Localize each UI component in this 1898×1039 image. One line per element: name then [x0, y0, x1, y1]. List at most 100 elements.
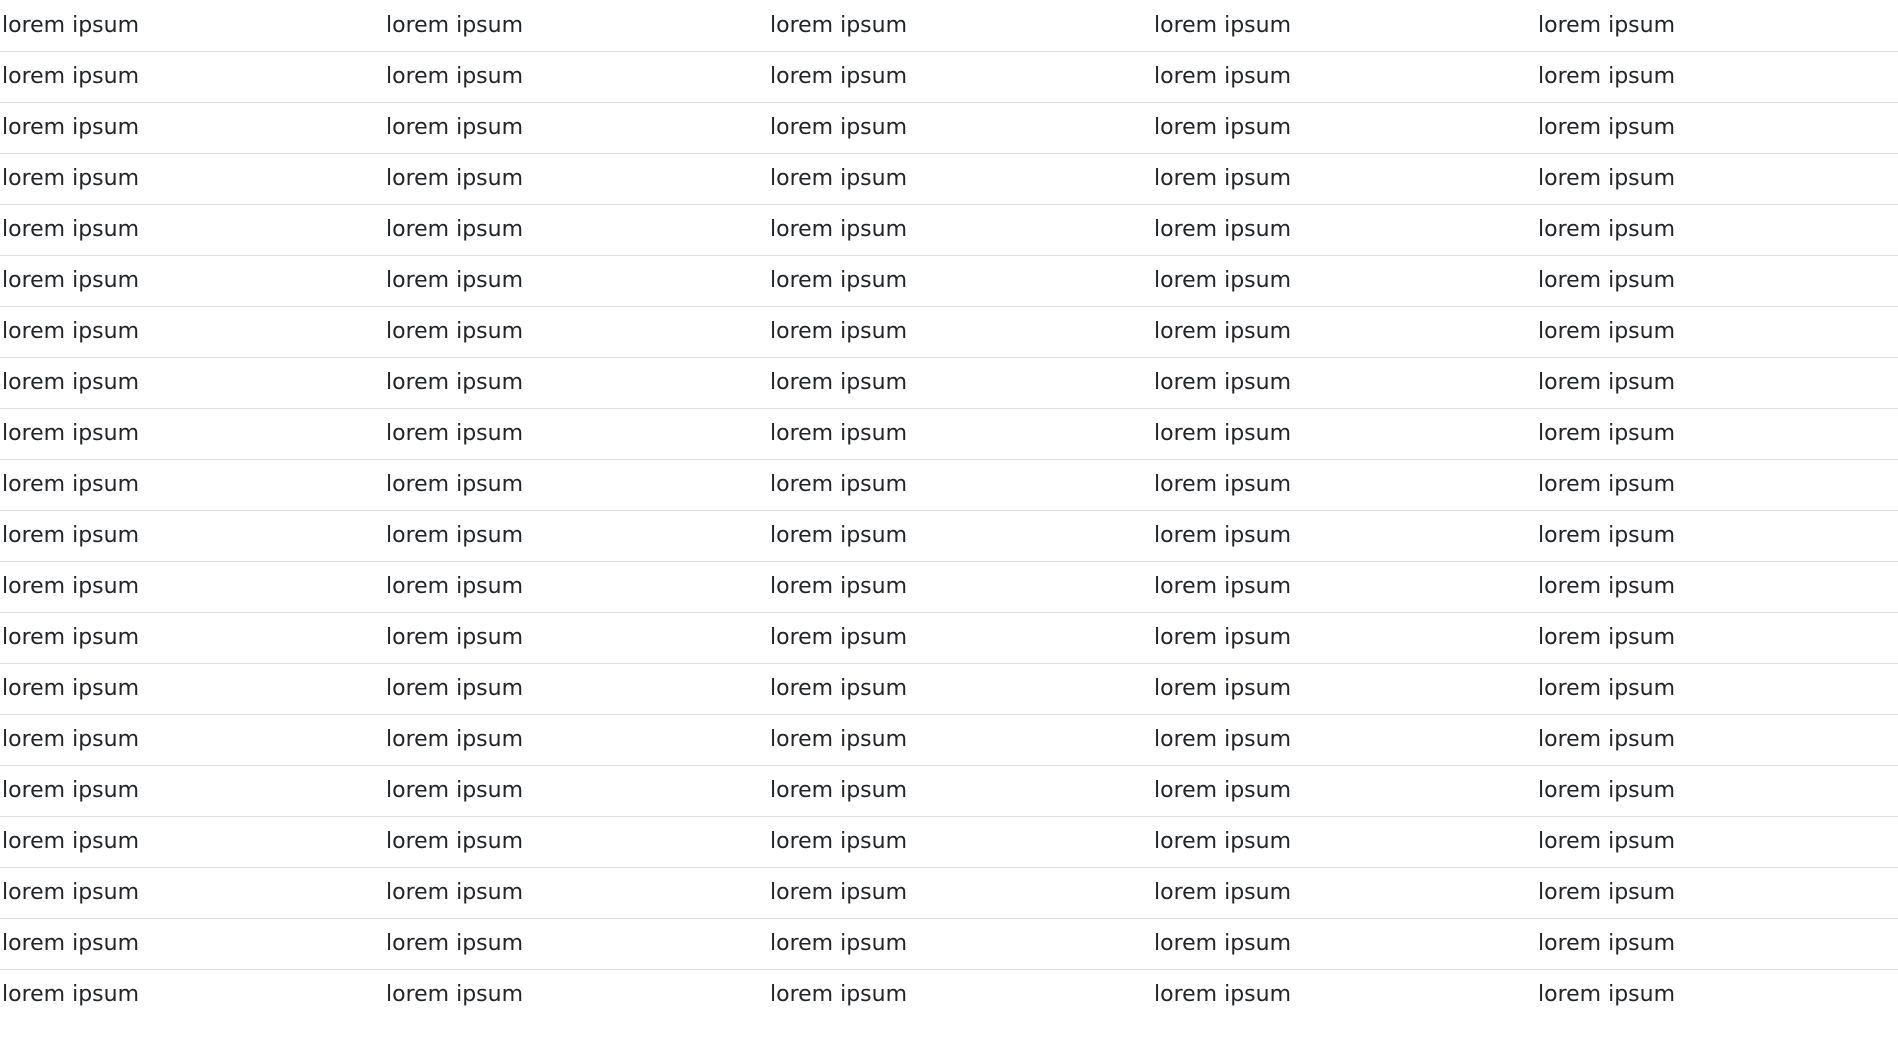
table-cell: lorem ipsum	[768, 0, 1152, 52]
table-cell: lorem ipsum	[1536, 0, 1898, 52]
table-row: lorem ipsum lorem ipsum lorem ipsum lorem i…	[0, 510, 1898, 562]
table-row: lorem ipsum lorem ipsum lorem ipsum lorem i…	[0, 357, 1898, 409]
table-cell: lorem ipsum	[768, 204, 1152, 256]
table-cell: lorem ipsum	[0, 153, 384, 205]
table-cell: lorem ipsum	[384, 306, 768, 358]
table-cell: lorem ipsum	[1152, 918, 1536, 970]
table-cell: lorem ipsum	[768, 765, 1152, 817]
table-cell: lorem ipsum	[1152, 102, 1536, 154]
table-cell: lorem ipsum	[384, 153, 768, 205]
table-cell: lorem ipsum	[384, 612, 768, 664]
table-cell: lorem ipsum	[1536, 153, 1898, 205]
table-row: lorem ipsum lorem ipsum lorem ipsum lorem i…	[0, 969, 1898, 1020]
table-cell: lorem ipsum	[0, 306, 384, 358]
table-cell: lorem ipsum	[0, 765, 384, 817]
table-cell: lorem ipsum	[1152, 204, 1536, 256]
table-cell: lorem ipsum	[768, 663, 1152, 715]
table-cell: lorem ipsum	[384, 510, 768, 562]
table-cell: lorem ipsum	[768, 714, 1152, 766]
table-cell: lorem ipsum	[1536, 306, 1898, 358]
table-cell: lorem ipsum	[0, 357, 384, 409]
table-cell: lorem ipsum	[384, 561, 768, 613]
table-cell: lorem ipsum	[1536, 408, 1898, 460]
table-cell: lorem ipsum	[384, 663, 768, 715]
table-row: lorem ipsum lorem ipsum lorem ipsum lorem i…	[0, 561, 1898, 613]
table-cell: lorem ipsum	[768, 510, 1152, 562]
table-row: lorem ipsum lorem ipsum lorem ipsum lorem i…	[0, 612, 1898, 664]
table-cell: lorem ipsum	[768, 153, 1152, 205]
table-cell: lorem ipsum	[768, 51, 1152, 103]
table-cell: lorem ipsum	[1152, 357, 1536, 409]
table-row: lorem ipsum lorem ipsum lorem ipsum lorem i…	[0, 408, 1898, 460]
table-cell: lorem ipsum	[384, 51, 768, 103]
table-cell: lorem ipsum	[768, 255, 1152, 307]
table-cell: lorem ipsum	[0, 459, 384, 511]
table-cell: lorem ipsum	[0, 102, 384, 154]
table-cell: lorem ipsum	[384, 408, 768, 460]
table-cell: lorem ipsum	[1536, 510, 1898, 562]
table-cell: lorem ipsum	[1152, 510, 1536, 562]
table-cell: lorem ipsum	[1536, 765, 1898, 817]
table-cell: lorem ipsum	[384, 0, 768, 52]
table-row: lorem ipsum lorem ipsum lorem ipsum lorem i…	[0, 714, 1898, 766]
table-cell: lorem ipsum	[1152, 51, 1536, 103]
table-cell: lorem ipsum	[1536, 714, 1898, 766]
table-cell: lorem ipsum	[770, 982, 908, 1008]
table-cell: lorem ipsum	[384, 867, 768, 919]
table-cell: lorem ipsum	[768, 357, 1152, 409]
table-body: lorem ipsum lorem ipsum lorem ipsum lorem i…	[0, 0, 1898, 1020]
table-row: lorem ipsum lorem ipsum lorem ipsum lorem i…	[0, 51, 1898, 103]
table-cell: lorem ipsum	[1536, 255, 1898, 307]
table-row: lorem ipsum lorem ipsum lorem ipsum lorem i…	[0, 816, 1898, 868]
table-cell: lorem ipsum	[384, 918, 768, 970]
table-cell: lorem ipsum	[386, 982, 524, 1008]
table-row: lorem ipsum lorem ipsum lorem ipsum lorem i…	[0, 102, 1898, 154]
table-row: lorem ipsum lorem ipsum lorem ipsum lorem i…	[0, 459, 1898, 511]
table-cell: lorem ipsum	[1152, 408, 1536, 460]
table-cell: lorem ipsum	[1536, 561, 1898, 613]
table-cell: lorem ipsum	[1536, 816, 1898, 868]
table-cell: lorem ipsum	[0, 255, 384, 307]
table-cell: lorem ipsum	[1152, 561, 1536, 613]
table-cell: lorem ipsum	[384, 102, 768, 154]
table-row: lorem ipsum lorem ipsum lorem ipsum lorem i…	[0, 663, 1898, 715]
table-cell: lorem ipsum	[384, 714, 768, 766]
table-cell: lorem ipsum	[2, 982, 140, 1008]
table-cell: lorem ipsum	[0, 204, 384, 256]
table-cell: lorem ipsum	[1152, 0, 1536, 52]
table-cell: lorem ipsum	[384, 357, 768, 409]
table-cell: lorem ipsum	[1152, 663, 1536, 715]
table-cell: lorem ipsum	[1536, 102, 1898, 154]
table-cell: lorem ipsum	[1536, 663, 1898, 715]
table-cell: lorem ipsum	[1152, 459, 1536, 511]
table-cell: lorem ipsum	[768, 918, 1152, 970]
table-cell: lorem ipsum	[1152, 816, 1536, 868]
table-cell: lorem ipsum	[384, 459, 768, 511]
table-cell: lorem ipsum	[0, 816, 384, 868]
table-row: lorem ipsum lorem ipsum lorem ipsum lorem i…	[0, 0, 1898, 52]
table-cell: lorem ipsum	[1536, 867, 1898, 919]
table-cell: lorem ipsum	[0, 663, 384, 715]
table-cell: lorem ipsum	[0, 918, 384, 970]
table-cell: lorem ipsum	[0, 867, 384, 919]
table-row: lorem ipsum lorem ipsum lorem ipsum lorem i…	[0, 153, 1898, 205]
table-cell: lorem ipsum	[1152, 255, 1536, 307]
table-cell: lorem ipsum	[768, 102, 1152, 154]
table-cell: lorem ipsum	[1152, 714, 1536, 766]
table-cell: lorem ipsum	[768, 816, 1152, 868]
table-cell: lorem ipsum	[1536, 459, 1898, 511]
table-cell: lorem ipsum	[0, 714, 384, 766]
table-cell: lorem ipsum	[384, 816, 768, 868]
table-cell: lorem ipsum	[768, 867, 1152, 919]
table-cell: lorem ipsum	[1152, 612, 1536, 664]
table-cell: lorem ipsum	[1536, 918, 1898, 970]
data-table: lorem ipsum lorem ipsum lorem ipsum lorem i…	[0, 0, 1898, 1020]
table-cell: lorem ipsum	[0, 561, 384, 613]
table-row: lorem ipsum lorem ipsum lorem ipsum lorem i…	[0, 867, 1898, 919]
table-cell: lorem ipsum	[768, 459, 1152, 511]
table-cell: lorem ipsum	[1152, 306, 1536, 358]
table-cell: lorem ipsum	[768, 561, 1152, 613]
table-cell: lorem ipsum	[0, 408, 384, 460]
table-cell: lorem ipsum	[384, 255, 768, 307]
table-cell: lorem ipsum	[1536, 204, 1898, 256]
